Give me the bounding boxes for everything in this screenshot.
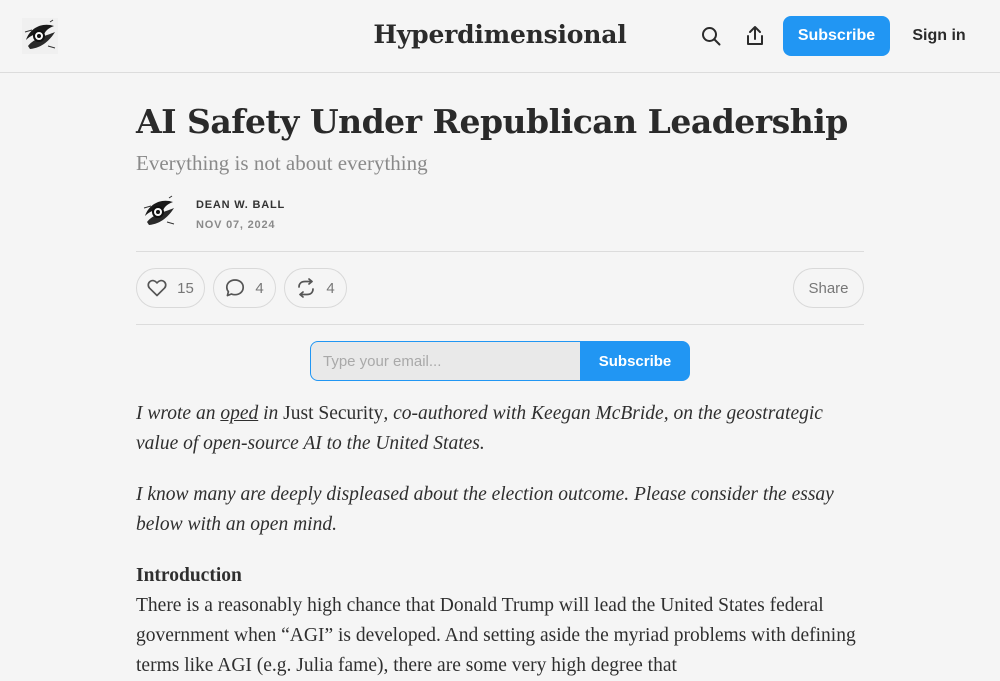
share-icon xyxy=(747,26,763,45)
site-title[interactable]: Hyperdimensional xyxy=(373,20,626,49)
section-heading: Introduction xyxy=(136,565,242,586)
restack-icon xyxy=(298,278,315,298)
search-button[interactable] xyxy=(699,24,723,48)
byline: DEAN W. BALL NOV 07, 2024 xyxy=(136,192,864,238)
post-subtitle: Everything is not about everything xyxy=(136,151,428,175)
post-date: NOV 07, 2024 xyxy=(196,219,276,231)
election-note-paragraph: I know many are deeply displeased about … xyxy=(136,484,834,535)
restack-count: 4 xyxy=(326,279,335,297)
heart-icon xyxy=(147,279,167,297)
comment-count: 4 xyxy=(255,279,264,297)
post-actions: 15 4 4 Share xyxy=(136,252,864,324)
article: AI Safety Under Republican Leadership Ev… xyxy=(136,73,864,681)
like-count: 15 xyxy=(177,279,194,297)
sign-in-link[interactable]: Sign in xyxy=(905,16,973,56)
divider xyxy=(136,324,864,325)
subscribe-button-header[interactable]: Subscribe xyxy=(783,16,890,56)
email-input[interactable] xyxy=(310,341,582,381)
subscribe-form: Subscribe xyxy=(310,341,690,381)
search-icon xyxy=(702,27,721,46)
share-button-header[interactable] xyxy=(743,24,767,48)
share-button[interactable]: Share xyxy=(793,268,864,308)
intro-note-paragraph: I wrote an oped in Just Security, co-aut… xyxy=(136,403,823,454)
body-paragraph: There is a reasonably high chance that D… xyxy=(136,595,856,676)
top-navigation-bar: Hyperdimensional Subscribe Sign in xyxy=(0,0,1000,73)
comment-icon xyxy=(226,279,245,297)
subscribe-button[interactable]: Subscribe xyxy=(580,341,690,381)
post-title: AI Safety Under Republican Leadership xyxy=(136,102,848,141)
publication-logo[interactable] xyxy=(22,18,58,54)
author-name[interactable]: DEAN W. BALL xyxy=(196,199,285,211)
author-avatar[interactable] xyxy=(141,194,177,230)
comment-button[interactable]: 4 xyxy=(213,268,276,308)
like-button[interactable]: 15 xyxy=(136,268,205,308)
restack-button[interactable]: 4 xyxy=(284,268,347,308)
oped-link[interactable]: oped xyxy=(220,403,258,424)
